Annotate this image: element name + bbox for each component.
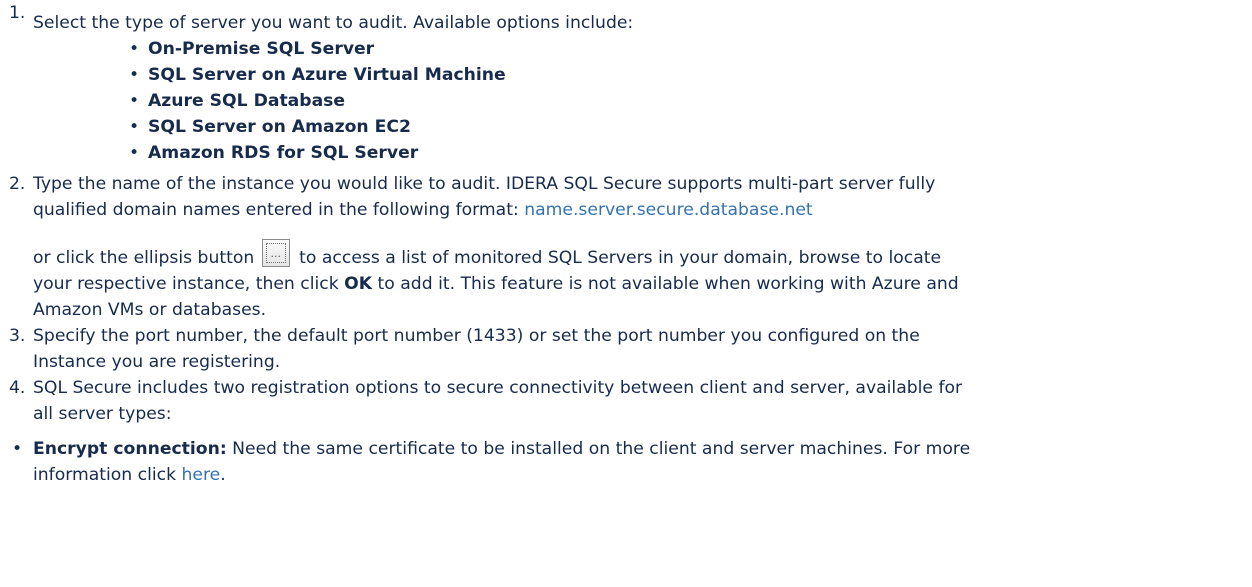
step-number: 1. [9,3,26,23]
bullet-icon: • [129,65,140,85]
step-2: 2. Type the name of the instance you wou… [0,171,1252,323]
list-item: • Amazon RDS for SQL Server [125,140,1252,166]
option-label: SQL Server on Azure Virtual Machine [148,65,506,85]
option-label: SQL Server on Amazon EC2 [148,117,411,137]
step-text-line: qualified domain names entered in the fo… [33,200,525,220]
encrypt-connection-label: Encrypt connection: [33,439,227,459]
step-number: 4. [9,378,26,398]
option-label: On-Premise SQL Server [148,39,375,59]
encrypt-text: information click [33,465,182,485]
encrypt-text: . [220,465,226,485]
option-label: Amazon RDS for SQL Server [148,143,419,163]
bullet-icon: • [129,117,140,137]
list-item: • On-Premise SQL Server [125,36,1252,62]
here-link[interactable]: here [182,465,221,485]
step-text: Type the name of the instance you would … [33,171,1252,223]
step-text-line: to access a list of monitored SQL Server… [293,248,942,268]
list-item: • SQL Server on Amazon EC2 [125,114,1252,140]
list-item: • Azure SQL Database [125,88,1252,114]
step-text-line: Instance you are registering. [33,352,281,372]
format-example-link[interactable]: name.server.secure.database.net [524,200,812,220]
ok-label: OK [344,274,373,294]
step-4: 4. SQL Secure includes two registration … [0,375,1252,427]
bullet-icon: • [129,91,140,111]
bullet-icon: • [129,39,140,59]
encrypt-text: Need the same certificate to be installe… [226,439,971,459]
step-text-line: your respective instance, then click [33,274,345,294]
list-item: • SQL Server on Azure Virtual Machine [125,62,1252,88]
step-text-line: Amazon VMs or databases. [33,300,267,320]
step-text-line: SQL Secure includes two registration opt… [33,378,963,398]
ellipsis-glyph: ... [265,243,286,263]
ellipsis-button-icon: ... [261,239,290,267]
bullet-icon: • [12,439,23,459]
bullet-icon: • [129,143,140,163]
document-body: 1. Select the type of server you want to… [0,0,1252,587]
step-continuation: or click the ellipsis button ... to acce… [33,239,1252,323]
step-text-line: Specify the port number, the default por… [33,326,920,346]
step-1: 1. Select the type of server you want to… [0,0,1252,166]
steps-list: 1. Select the type of server you want to… [0,0,1252,427]
step-text: Select the type of server you want to au… [33,13,634,33]
step-text-line: all server types: [33,404,172,424]
step-text-line: to add it. This feature is not available… [372,274,959,294]
server-type-options: • On-Premise SQL Server • SQL Server on Az… [33,36,1252,166]
option-label: Azure SQL Database [148,91,346,111]
step-number: 3. [9,326,26,346]
step-text-line: or click the ellipsis button [33,248,255,268]
step-number: 2. [9,174,26,194]
step-text-line: Type the name of the instance you would … [33,174,936,194]
step-3: 3. Specify the port number, the default … [0,323,1252,375]
list-item: • Encrypt connection: Need the same cert… [0,436,1252,488]
registration-options: • Encrypt connection: Need the same cert… [0,436,1252,488]
